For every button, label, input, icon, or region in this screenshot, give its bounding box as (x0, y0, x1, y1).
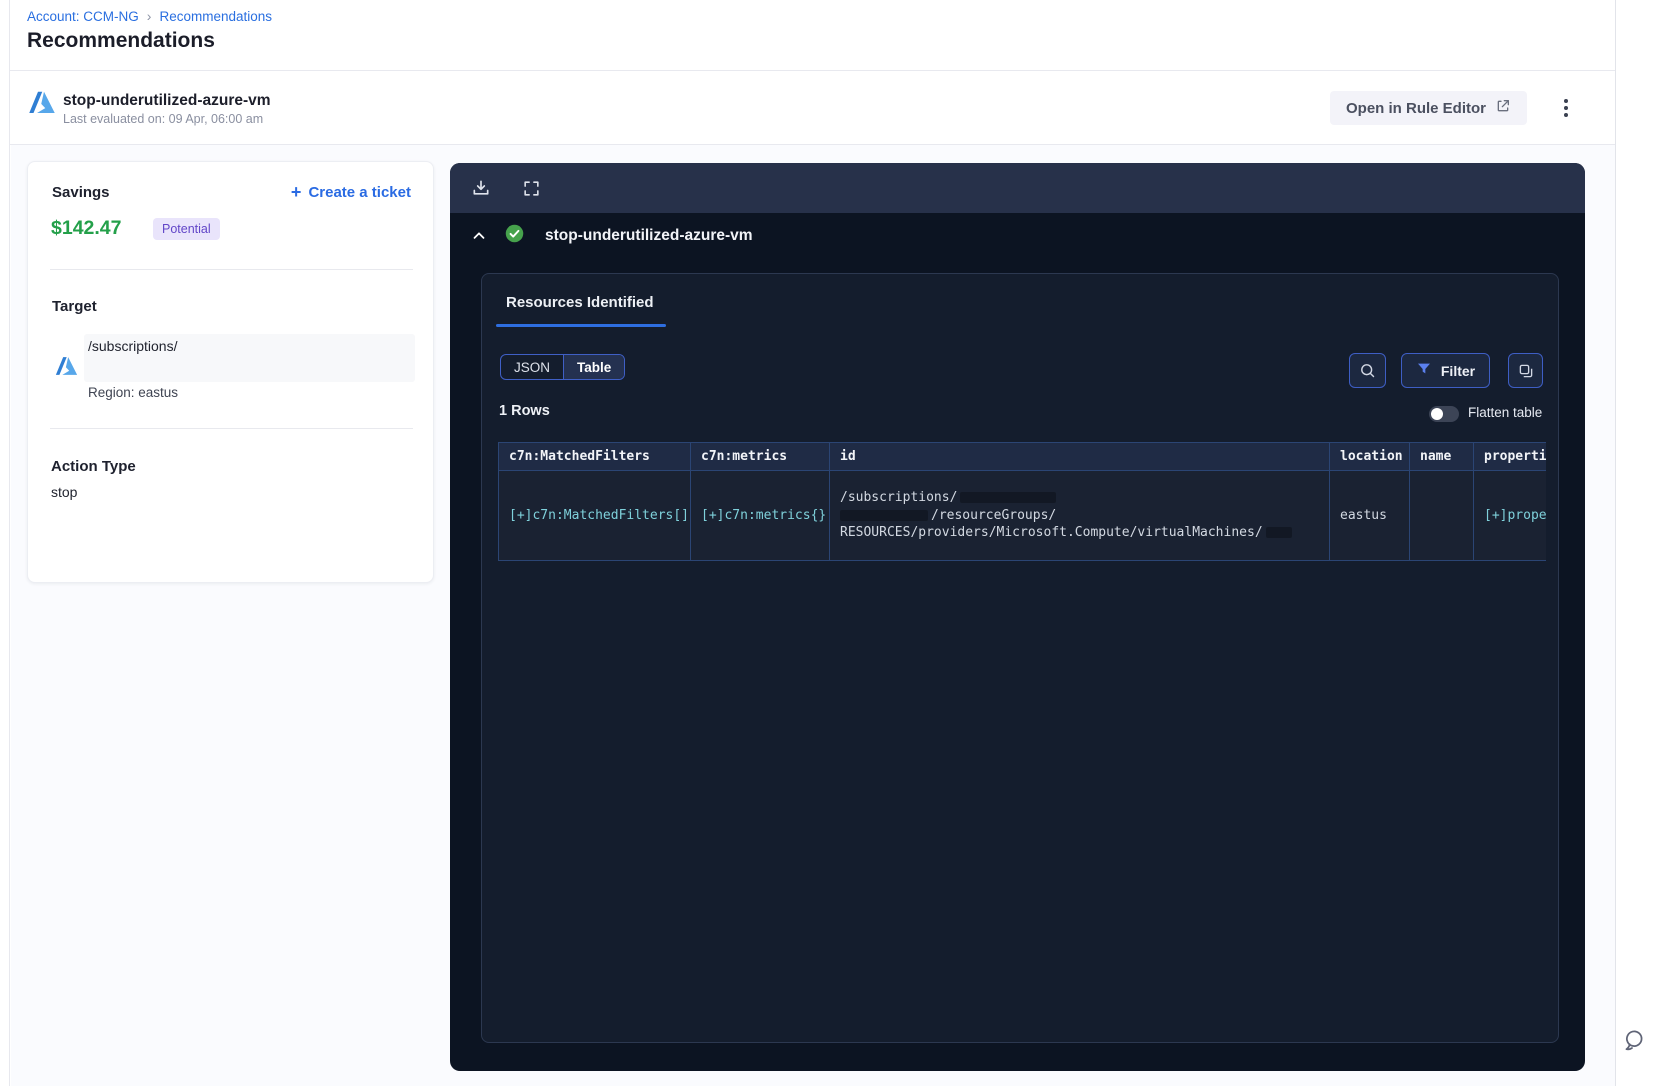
target-label: Target (52, 298, 97, 315)
col-matched-filters: c7n:MatchedFilters (498, 442, 691, 471)
col-name: name (1409, 442, 1474, 471)
copy-icon[interactable] (1508, 353, 1543, 388)
col-properties: properties (1473, 442, 1546, 471)
target-path: /subscriptions/ (88, 338, 178, 354)
breadcrumb-separator: › (146, 8, 152, 24)
rows-count: 1 Rows (499, 403, 550, 419)
action-type-label: Action Type (51, 458, 136, 475)
right-gutter (1615, 0, 1662, 1086)
resources-card: Resources Identified JSON Table Filter 1… (481, 273, 1559, 1043)
table-view-toggle[interactable]: Table (564, 355, 625, 379)
app-root: Account: CCM-NG › Recommendations Recomm… (0, 0, 1662, 1086)
cell-properties-expander[interactable]: [+]properties{} (1473, 470, 1546, 561)
create-ticket-button[interactable]: + Create a ticket (291, 183, 411, 201)
open-in-rule-editor-label: Open in Rule Editor (1346, 99, 1487, 117)
cell-location: eastus (1329, 470, 1410, 561)
search-icon[interactable] (1349, 353, 1386, 388)
breadcrumb: Account: CCM-NG › Recommendations (27, 8, 272, 24)
id-line-1: /subscriptions/ (840, 490, 958, 506)
fullscreen-icon[interactable] (520, 177, 542, 199)
action-type-value: stop (51, 484, 78, 500)
rule-last-evaluated: Last evaluated on: 09 Apr, 06:00 am (63, 112, 264, 126)
col-location: location (1329, 442, 1410, 471)
open-in-rule-editor-button[interactable]: Open in Rule Editor (1330, 91, 1528, 125)
success-check-icon (504, 223, 525, 249)
cell-matched-filters-expander[interactable]: [+]c7n:MatchedFilters[] (498, 470, 691, 561)
cell-id: /subscriptions/ /resourceGroups/ RESOURC… (829, 470, 1330, 561)
savings-amount: $142.47 (51, 217, 122, 239)
potential-badge: Potential (153, 218, 220, 240)
flatten-table-toggle[interactable] (1429, 406, 1459, 422)
rule-result-header: stop-underutilized-azure-vm (468, 223, 753, 249)
header-divider (10, 70, 1615, 71)
download-icon[interactable] (470, 177, 492, 199)
viewer-toolbar (450, 163, 1585, 213)
external-link-icon (1495, 98, 1511, 118)
col-metrics: c7n:metrics (690, 442, 830, 471)
table-row: [+]c7n:MatchedFilters[] [+]c7n:metrics{}… (498, 470, 1546, 561)
create-ticket-label: Create a ticket (308, 183, 411, 201)
id-line-3: RESOURCES/providers/Microsoft.Compute/vi… (840, 525, 1263, 541)
id-line-2: /resourceGroups/ (931, 507, 1057, 523)
tab-resources-identified[interactable]: Resources Identified (506, 294, 654, 311)
target-region: Region: eastus (88, 385, 179, 400)
flatten-table-label: Flatten table (1468, 405, 1543, 420)
view-mode-switch: JSON Table (500, 354, 626, 380)
results-table-container: c7n:MatchedFilters c7n:metrics id locati… (498, 442, 1546, 564)
savings-label: Savings (52, 184, 110, 201)
table-header-row: c7n:MatchedFilters c7n:metrics id locati… (498, 442, 1546, 471)
plus-icon: + (290, 182, 302, 202)
viewer-rule-title: stop-underutilized-azure-vm (545, 227, 753, 244)
chevron-up-icon[interactable] (468, 225, 490, 247)
redacted-vm-name (1265, 527, 1292, 539)
breadcrumb-account-link[interactable]: Account: CCM-NG (27, 9, 139, 24)
left-gutter (0, 0, 10, 1086)
chat-help-icon[interactable] (1620, 1027, 1648, 1055)
json-view-toggle[interactable]: JSON (501, 355, 565, 379)
card-divider-2 (50, 428, 413, 429)
summary-card: Savings + Create a ticket $142.47 Potent… (27, 161, 434, 583)
filter-icon (1416, 361, 1432, 380)
resources-viewer-panel: stop-underutilized-azure-vm Resources Id… (450, 163, 1585, 1071)
filter-button[interactable]: Filter (1401, 353, 1490, 388)
tab-active-underline (496, 324, 666, 327)
filter-label: Filter (1440, 362, 1476, 379)
azure-logo-icon (27, 88, 57, 118)
cell-metrics-expander[interactable]: [+]c7n:metrics{} (690, 470, 830, 561)
page-title: Recommendations (27, 29, 215, 52)
breadcrumb-recommendations-link[interactable]: Recommendations (159, 9, 272, 24)
redacted-resource-group-prefix (840, 509, 928, 521)
azure-target-icon (54, 354, 79, 379)
redacted-subscription-id (960, 492, 1057, 504)
col-id: id (829, 442, 1330, 471)
results-table: c7n:MatchedFilters c7n:metrics id locati… (498, 442, 1546, 561)
kebab-menu-icon[interactable] (1553, 95, 1579, 121)
cell-name (1409, 470, 1474, 561)
card-divider (50, 269, 413, 270)
rule-name: stop-underutilized-azure-vm (63, 92, 271, 109)
